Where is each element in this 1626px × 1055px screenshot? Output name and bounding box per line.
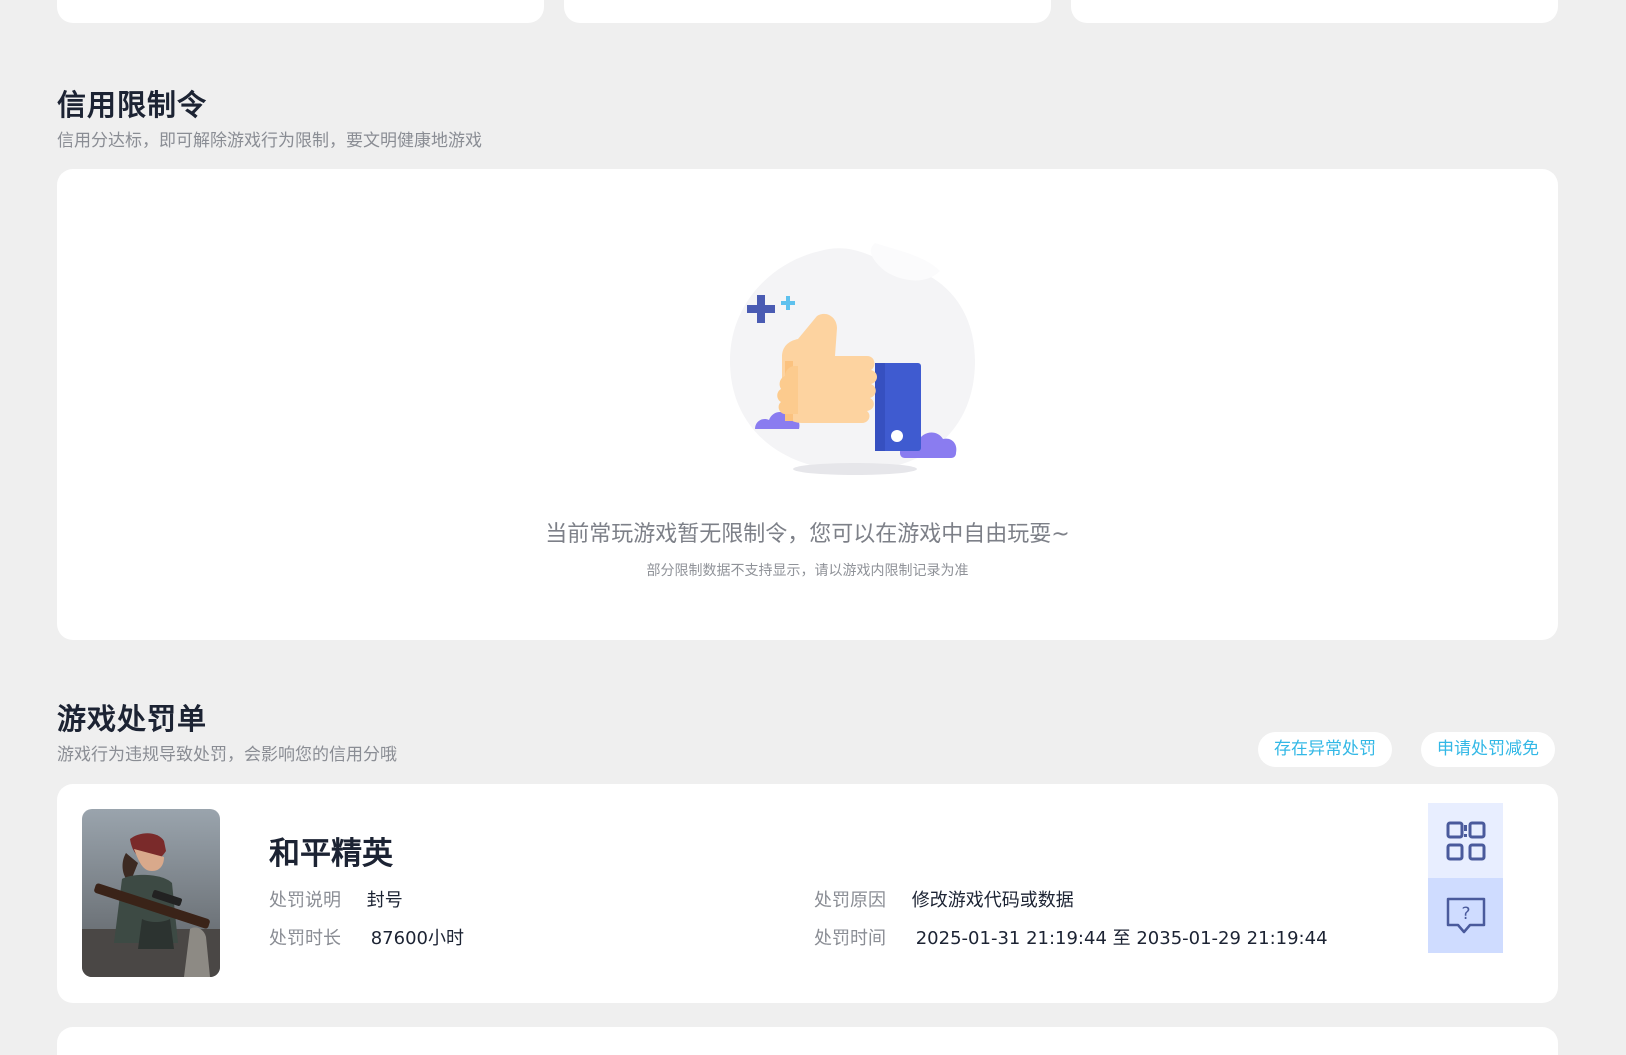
punishment-reason-row: 处罚原因 修改游戏代码或数据 (814, 886, 1074, 912)
credit-section-subtitle: 信用分达标，即可解除游戏行为限制，要文明健康地游戏 (57, 131, 482, 151)
top-cards (57, 0, 1558, 23)
punishment-time-value: 2025-01-31 21:19:44 至 2035-01-29 21:19:4… (915, 928, 1328, 949)
credit-restriction-card: 当前常玩游戏暂无限制令，您可以在游戏中自由玩耍~ 部分限制数据不支持显示，请以游… (57, 169, 1558, 640)
punishment-desc-value: 封号 (366, 890, 403, 911)
empty-state-message: 当前常玩游戏暂无限制令，您可以在游戏中自由玩耍~ (545, 522, 1070, 547)
help-button[interactable]: ? (1428, 878, 1503, 953)
punishment-duration-value: 87600小时 (370, 928, 464, 949)
apply-reduction-button[interactable]: 申请处罚减免 (1421, 732, 1555, 767)
side-actions: ? (1428, 803, 1503, 953)
punish-section-title: 游戏处罚单 (57, 702, 208, 736)
game-thumbnail (82, 809, 220, 977)
top-card[interactable] (57, 0, 544, 23)
punishment-time-label: 处罚时间 (814, 928, 886, 949)
punishment-card: 和平精英 处罚说明 封号 处罚时长 87600小时 处罚原因 修改游戏代码或数据… (57, 784, 1558, 1003)
punishment-reason-label: 处罚原因 (814, 890, 886, 911)
credit-section-title: 信用限制令 (57, 88, 208, 122)
empty-state-note: 部分限制数据不支持显示，请以游戏内限制记录为准 (646, 563, 969, 579)
qr-code-icon (1446, 821, 1485, 860)
svg-text:?: ? (1461, 904, 1470, 924)
game-name: 和平精英 (269, 836, 393, 872)
punishment-desc-row: 处罚说明 封号 (269, 886, 403, 912)
punishment-desc-label: 处罚说明 (269, 890, 341, 911)
abnormal-punishment-button[interactable]: 存在异常处罚 (1258, 732, 1392, 767)
page: 信用限制令 信用分达标，即可解除游戏行为限制，要文明健康地游戏 当前常玩游戏暂无… (0, 0, 1626, 1055)
punishment-duration-label: 处罚时长 (269, 928, 341, 949)
punishment-reason-value: 修改游戏代码或数据 (911, 890, 1074, 911)
help-chat-icon: ? (1446, 897, 1485, 933)
punish-section-subtitle: 游戏行为违规导致处罚，会影响您的信用分哦 (57, 745, 397, 765)
punishment-duration-row: 处罚时长 87600小时 (269, 924, 464, 950)
qr-code-button[interactable] (1428, 803, 1503, 878)
next-punishment-card (57, 1027, 1558, 1055)
thumbs-up-illustration (730, 243, 975, 475)
punishment-time-row: 处罚时间 2025-01-31 21:19:44 至 2035-01-29 21… (814, 924, 1328, 950)
top-card[interactable] (564, 0, 1051, 23)
top-card[interactable] (1071, 0, 1558, 23)
